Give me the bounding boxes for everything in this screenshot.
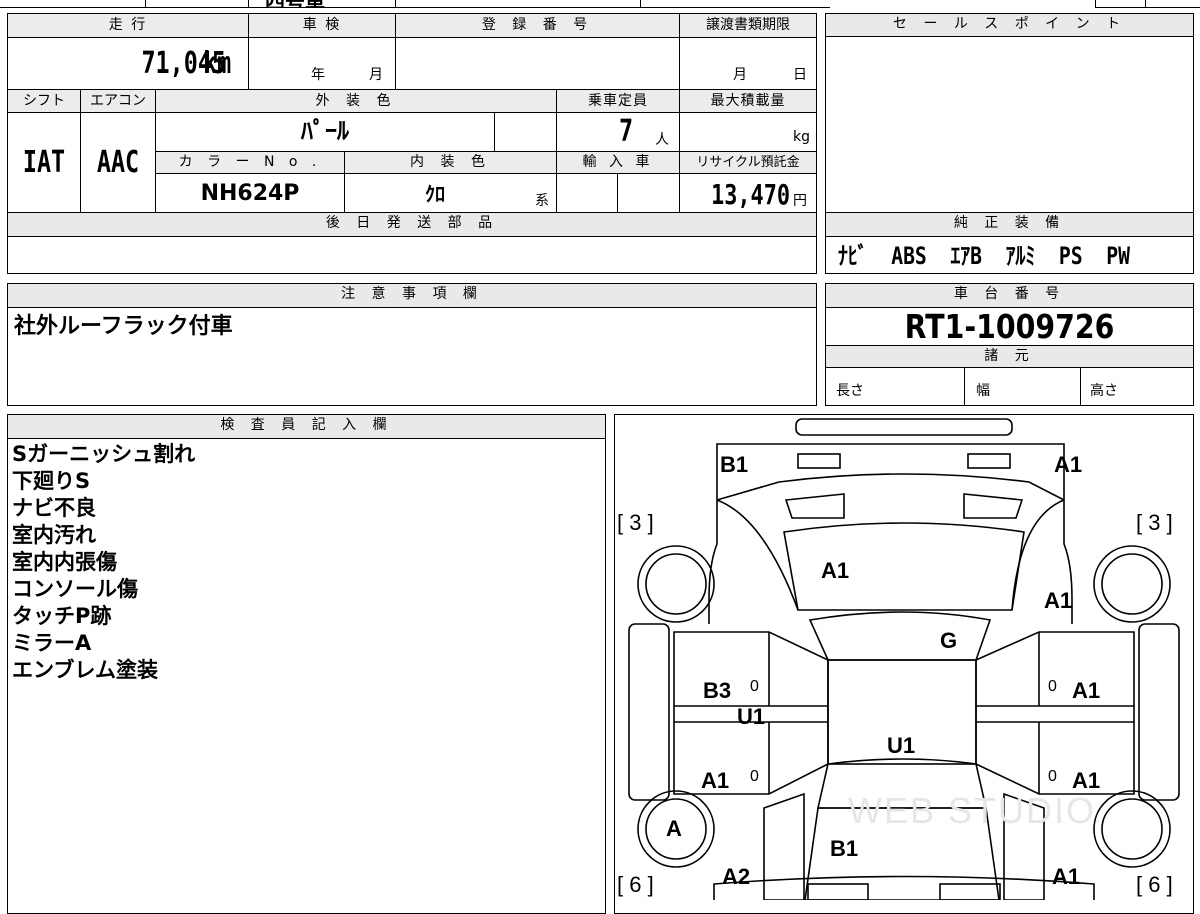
recycle-unit: 円 [793,193,807,209]
shift-value: IAT [22,145,66,180]
mark-right-quarter: A1 [1044,588,1073,613]
mark-zero: 0 [1048,768,1057,785]
color-no-value: NH624P [200,181,300,206]
mark-left-front-door: A1 [701,768,730,793]
genuine-equipment-value: ﾅﾋﾞ ABS ｴｱB ｱﾙﾐ PS PW [838,242,1130,270]
spec-height: 高さ [1090,383,1118,399]
aircon-header: エアコン [90,93,146,109]
chassis-header: 車 台 番 号 [825,283,1194,308]
transfer-deadline-header: 譲渡書類期限 [706,17,790,33]
mileage-unit: km [203,46,232,81]
mark-roof: A1 [821,558,850,583]
sales-point-box [825,13,1194,213]
inspector-notes-header: 検 査 員 記 入 欄 [7,414,606,439]
note-line: 室内内張傷 [12,550,117,574]
deadline-month-unit: 月 [733,67,747,83]
genuine-equipment-header: 純 正 装 備 [825,212,1194,237]
sales-point-header: セ ー ル ス ポ イ ン ト [825,13,1194,37]
watermark: WEB STUDIO [848,790,1097,831]
spec-width: 幅 [976,383,990,399]
note-line: Sガーニッシュ割れ [12,442,196,466]
note-line: ナビ不良 [12,496,96,520]
tire-rear-right: [ 6 ] [1136,872,1173,897]
note-line: コンソール傷 [12,577,138,601]
mark-right-front-door: A1 [1072,768,1101,793]
chassis-value: RT1-1009726 [904,307,1115,346]
mileage-header: 走 行 [108,17,148,33]
note-line: 室内汚れ [12,523,96,547]
capacity-header: 乗車定員 [588,93,648,109]
mark-hood: B1 [830,836,859,861]
aircon-value: AAC [96,145,140,180]
caution-header: 注 意 事 項 欄 [7,283,817,308]
recycle-value: 13,470 [711,178,790,211]
mark-left-rear-door-sub: U1 [737,704,766,729]
mark-right-rear-door: A1 [1072,678,1101,703]
later-parts-header: 後 日 発 送 部 品 [7,212,817,237]
mark-zero: 0 [750,678,759,695]
mark-zero: 0 [750,768,759,785]
note-line: エンブレム塗装 [12,658,158,682]
inspection-year-unit: 年 [311,67,325,83]
inspection-header: 車 検 [302,17,342,33]
max-load-header: 最大積載量 [710,93,786,109]
tire-rear-left: [ 6 ] [617,872,654,897]
exterior-color-header: 外 装 色 [315,93,397,109]
color-no-header: カ ラ ー N o . [178,154,322,170]
mark-left-fender: A2 [722,864,751,889]
note-line: 下廻りS [12,469,91,493]
recycle-header: リサイクル預託金 [696,155,800,170]
mark-left-rear-door: B3 [703,678,732,703]
interior-color-header: 内 装 色 [410,154,491,170]
interior-color-value: ｸﾛ [425,182,445,206]
caution-text: 社外ルーフラック付車 [14,314,233,339]
import-header: 輸 入 車 [582,154,654,170]
tire-front-right: [ 3 ] [1136,510,1173,535]
mark-right-fender: A1 [1052,864,1081,889]
inspection-month-unit: 月 [369,67,383,83]
load-unit: kg [793,129,810,145]
note-line: ミラーA [12,631,92,655]
spec-length: 長さ [836,383,864,399]
tire-front-left: [ 3 ] [617,510,654,535]
top-partial-label: 四号車 [265,0,325,8]
specs-header: 諸 元 [825,345,1194,368]
mark-zero: 0 [1048,678,1057,695]
mark-glass: G [940,628,958,653]
shift-header: シフト [23,93,65,109]
interior-color-suffix: 系 [535,193,549,209]
note-line: タッチP跡 [12,604,112,628]
inspector-notes-list: Sガーニッシュ割れ 下廻りS ナビ不良 室内汚れ 室内内張傷 コンソール傷 タッ… [12,441,195,684]
mark-left-front-wheel: A [666,816,682,841]
mark-rear-left: B1 [720,452,749,477]
registration-header: 登 録 番 号 [481,17,594,33]
capacity-value: 7 [618,114,634,149]
deadline-day-unit: 日 [793,67,807,83]
exterior-color-value: ﾊﾟｰﾙ [301,117,349,145]
mark-center: U1 [887,733,916,758]
mark-rear-right: A1 [1054,452,1083,477]
capacity-unit: 人 [655,132,669,148]
